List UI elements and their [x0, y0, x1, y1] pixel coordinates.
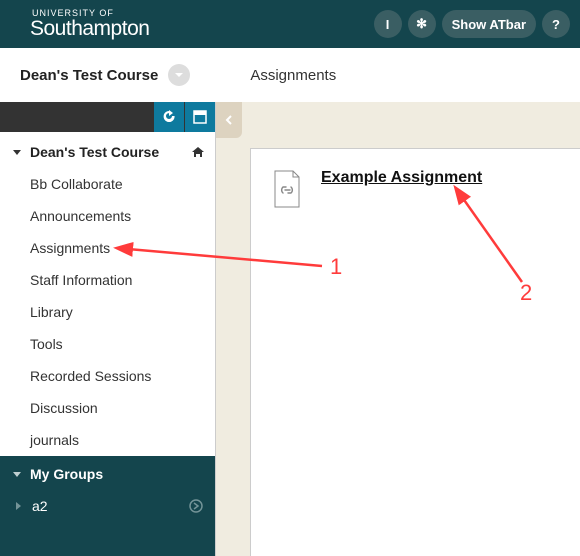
settings-star-button[interactable]: ✻: [408, 10, 436, 38]
document-link-icon: [271, 169, 303, 209]
breadcrumb-page: Assignments: [250, 67, 336, 84]
course-menu: Dean's Test Course Bb Collaborate Announ…: [0, 132, 215, 456]
expand-triangle-icon: [14, 501, 22, 511]
sidebar: Dean's Test Course Bb Collaborate Announ…: [0, 102, 215, 556]
assignment-title-link[interactable]: Example Assignment: [321, 169, 482, 187]
course-title: Dean's Test Course: [30, 144, 159, 160]
content-panel: Example Assignment: [250, 148, 580, 556]
my-groups-header[interactable]: My Groups: [0, 456, 215, 490]
breadcrumb: Dean's Test Course Assignments: [0, 48, 580, 102]
main-area: Dean's Test Course Bb Collaborate Announ…: [0, 102, 580, 556]
sidebar-toolbar: [0, 102, 215, 132]
group-item-a2[interactable]: a2: [0, 490, 215, 522]
breadcrumb-course[interactable]: Dean's Test Course: [20, 67, 158, 84]
university-logo: UNIVERSITY OF Southampton: [30, 9, 149, 39]
sidebar-item-staff-information[interactable]: Staff Information: [0, 264, 215, 296]
refresh-icon: [161, 109, 177, 125]
info-button[interactable]: I: [374, 10, 402, 38]
home-icon[interactable]: [191, 145, 205, 159]
logo-main-text: Southampton: [30, 18, 149, 39]
help-button[interactable]: ?: [542, 10, 570, 38]
sidebar-item-assignments[interactable]: Assignments: [0, 232, 215, 264]
assignment-item[interactable]: Example Assignment: [271, 169, 560, 209]
sidebar-item-tools[interactable]: Tools: [0, 328, 215, 360]
top-bar: UNIVERSITY OF Southampton I ✻ Show ATbar…: [0, 0, 580, 48]
course-menu-header[interactable]: Dean's Test Course: [0, 132, 215, 168]
collapse-triangle-icon: [12, 469, 22, 479]
breadcrumb-expand-icon[interactable]: [168, 64, 190, 86]
sidebar-item-bb-collaborate[interactable]: Bb Collaborate: [0, 168, 215, 200]
my-groups-section: My Groups a2: [0, 456, 215, 556]
group-label: a2: [32, 498, 48, 514]
chevron-left-icon: [224, 115, 234, 125]
show-atbar-button[interactable]: Show ATbar: [442, 10, 536, 38]
layout-toggle-button[interactable]: [185, 102, 215, 132]
sidebar-item-recorded-sessions[interactable]: Recorded Sessions: [0, 360, 215, 392]
sidebar-item-discussion[interactable]: Discussion: [0, 392, 215, 424]
layout-icon: [192, 109, 208, 125]
sidebar-item-announcements[interactable]: Announcements: [0, 200, 215, 232]
content-area: Example Assignment: [215, 102, 580, 556]
collapse-sidebar-tab[interactable]: [216, 102, 242, 138]
refresh-button[interactable]: [154, 102, 184, 132]
sidebar-item-library[interactable]: Library: [0, 296, 215, 328]
collapse-triangle-icon: [12, 147, 22, 157]
sidebar-item-journals[interactable]: journals: [0, 424, 215, 456]
go-arrow-icon[interactable]: [189, 499, 203, 513]
my-groups-title: My Groups: [30, 466, 103, 482]
